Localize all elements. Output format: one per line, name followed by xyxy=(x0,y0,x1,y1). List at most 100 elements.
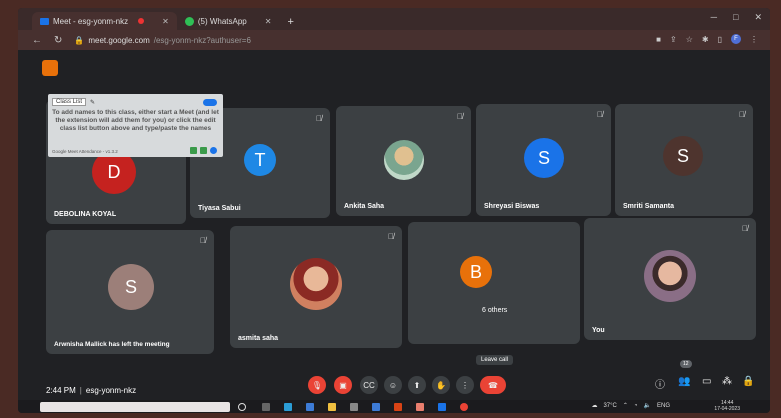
sidepanel-icon[interactable]: ▯ xyxy=(718,35,722,44)
participant-tile[interactable]: 🎙̸ You xyxy=(584,218,756,340)
minimize-icon[interactable]: ─ xyxy=(711,12,717,23)
participant-name: 6 others xyxy=(482,307,508,314)
extension-toggle[interactable] xyxy=(203,99,217,106)
mic-off-icon: 🎙̸ xyxy=(739,110,745,119)
avatar: S xyxy=(663,136,703,176)
tab-label: Meet - esg-yonm-nkz xyxy=(53,16,129,26)
participant-name: asmita saha xyxy=(238,335,279,342)
avatar xyxy=(290,258,342,310)
maximize-icon[interactable]: □ xyxy=(733,12,738,23)
task-view-icon[interactable] xyxy=(262,403,270,411)
camera-icon[interactable]: ■ xyxy=(656,35,661,44)
avatar xyxy=(384,140,424,180)
meeting-code: esg-yonm-nkz xyxy=(85,386,137,395)
taskbar-clock[interactable]: 14:44 17-04-2023 xyxy=(714,400,740,412)
chrome-icon[interactable] xyxy=(460,403,468,411)
extension-icons: ■ ⇪ ☆ ✱ ▯ F ⋮ xyxy=(656,34,758,44)
class-list-select[interactable]: Class List xyxy=(52,98,87,106)
recording-icon xyxy=(138,18,145,24)
attendance-extension-icon[interactable] xyxy=(42,60,58,76)
mic-toggle-button[interactable]: 🎙 xyxy=(308,376,326,394)
participant-name: You xyxy=(592,327,605,334)
menu-icon[interactable]: ⋮ xyxy=(750,35,758,44)
tab-label: (5) WhatsApp xyxy=(197,16,247,26)
mic-off-icon: 🎙̸ xyxy=(457,112,463,121)
system-tray: ☁ 37°C ⌃ ◔ 🔈 ENG xyxy=(591,402,670,410)
close-window-icon[interactable]: ✕ xyxy=(754,12,762,23)
avatar: T xyxy=(244,144,276,176)
laptop-screen: Meet - esg-yonm-nkz ✕ (5) WhatsApp ✕ + ─… xyxy=(18,8,770,413)
chevron-up-icon[interactable]: ⌃ xyxy=(623,402,628,409)
back-icon[interactable]: ← xyxy=(32,35,42,46)
export-icon[interactable] xyxy=(190,147,197,154)
temperature: 37°C xyxy=(603,402,617,409)
participant-tile[interactable]: B 6 others xyxy=(408,222,580,344)
participant-tile[interactable]: 🎙̸ S Smriti Samanta xyxy=(615,104,753,216)
lock-icon[interactable]: 🔒 xyxy=(742,376,754,387)
app-icon[interactable] xyxy=(438,403,446,411)
participant-name: Shreyasi Biswas xyxy=(484,203,540,210)
url-host: meet.google.com xyxy=(88,35,150,45)
taskbar-date: 17-04-2023 xyxy=(714,406,740,412)
leave-call-tooltip: Leave call xyxy=(476,355,514,365)
wifi-icon[interactable]: ◔ xyxy=(634,403,638,409)
sheet-icon[interactable] xyxy=(200,147,207,154)
app-icon[interactable] xyxy=(350,403,358,411)
activities-icon[interactable]: ⁂ xyxy=(722,376,732,387)
whatsapp-icon xyxy=(184,16,194,26)
folder-icon[interactable] xyxy=(328,403,336,411)
address-bar[interactable]: 🔒 meet.google.com/esg-yonm-nkz?authuser=… xyxy=(74,36,251,45)
browser-tab-bar: Meet - esg-yonm-nkz ✕ (5) WhatsApp ✕ + xyxy=(18,8,770,30)
camera-toggle-button[interactable]: ▣ xyxy=(334,376,352,394)
avatar[interactable]: F xyxy=(731,34,741,44)
mic-off-icon: 🎙̸ xyxy=(742,224,748,233)
participant-tile[interactable]: 🎙̸ asmita saha xyxy=(230,226,402,348)
participant-name: Ankita Saha xyxy=(344,203,385,210)
edge-icon[interactable] xyxy=(284,403,292,411)
meeting-time: 2:44 PM xyxy=(46,386,76,395)
tab-whatsapp[interactable]: (5) WhatsApp ✕ xyxy=(177,12,280,30)
close-icon[interactable]: ✕ xyxy=(265,17,272,26)
weather-icon: ☁ xyxy=(591,403,598,409)
avatar: B xyxy=(460,256,492,288)
puzzle-icon[interactable]: ✱ xyxy=(702,35,709,44)
popup-message: To add names to this class, either start… xyxy=(52,109,219,132)
participant-tile[interactable]: 🎙̸ S Shreyasi Biswas xyxy=(476,104,611,216)
taskbar-search[interactable] xyxy=(40,402,230,412)
store-icon[interactable] xyxy=(306,403,314,411)
tab-meet[interactable]: Meet - esg-yonm-nkz ✕ xyxy=(32,12,177,30)
popup-footer: Google Meet Attendance - v1.3.2 xyxy=(52,149,118,154)
leave-call-button[interactable]: ☎ xyxy=(480,376,506,394)
new-tab-icon[interactable]: + xyxy=(279,16,301,30)
info-icon[interactable]: ⓘ xyxy=(655,376,665,391)
more-options-button[interactable]: ⋮ xyxy=(456,376,474,394)
url-path: /esg-yonm-nkz?authuser=6 xyxy=(153,35,251,45)
lock-icon: 🔒 xyxy=(74,35,85,45)
avatar: S xyxy=(108,264,154,310)
participant-tile[interactable]: 🎙̸ S Arwnisha Mallick has left the meeti… xyxy=(46,230,214,354)
search-icon[interactable] xyxy=(238,403,246,411)
people-icon[interactable]: 👥 xyxy=(678,376,690,387)
volume-icon[interactable]: 🔈 xyxy=(644,402,651,409)
app-icon[interactable] xyxy=(372,403,380,411)
emoji-button[interactable]: ☺ xyxy=(384,376,402,394)
reload-icon[interactable]: ↻ xyxy=(54,35,62,46)
avatar: S xyxy=(524,138,564,178)
participant-name: Smriti Samanta xyxy=(623,203,674,210)
help-icon[interactable] xyxy=(210,147,217,154)
office-icon[interactable] xyxy=(394,403,402,411)
close-icon[interactable]: ✕ xyxy=(162,17,169,26)
raise-hand-button[interactable]: ✋ xyxy=(432,376,450,394)
captions-button[interactable]: CC xyxy=(360,376,378,394)
present-button[interactable]: ⬆ xyxy=(408,376,426,394)
share-icon[interactable]: ⇪ xyxy=(670,35,677,44)
edit-icon[interactable]: ✎ xyxy=(90,99,95,106)
participant-tile[interactable]: 🎙̸ Ankita Saha xyxy=(336,106,471,216)
mic-off-icon: 🎙̸ xyxy=(597,110,603,119)
chat-icon[interactable]: ▭ xyxy=(702,376,711,387)
meet-icon xyxy=(40,17,49,25)
star-icon[interactable]: ☆ xyxy=(686,35,693,44)
app-icon[interactable] xyxy=(416,403,424,411)
participant-name: Tiyasa Sabui xyxy=(198,205,241,212)
language[interactable]: ENG xyxy=(657,403,670,409)
